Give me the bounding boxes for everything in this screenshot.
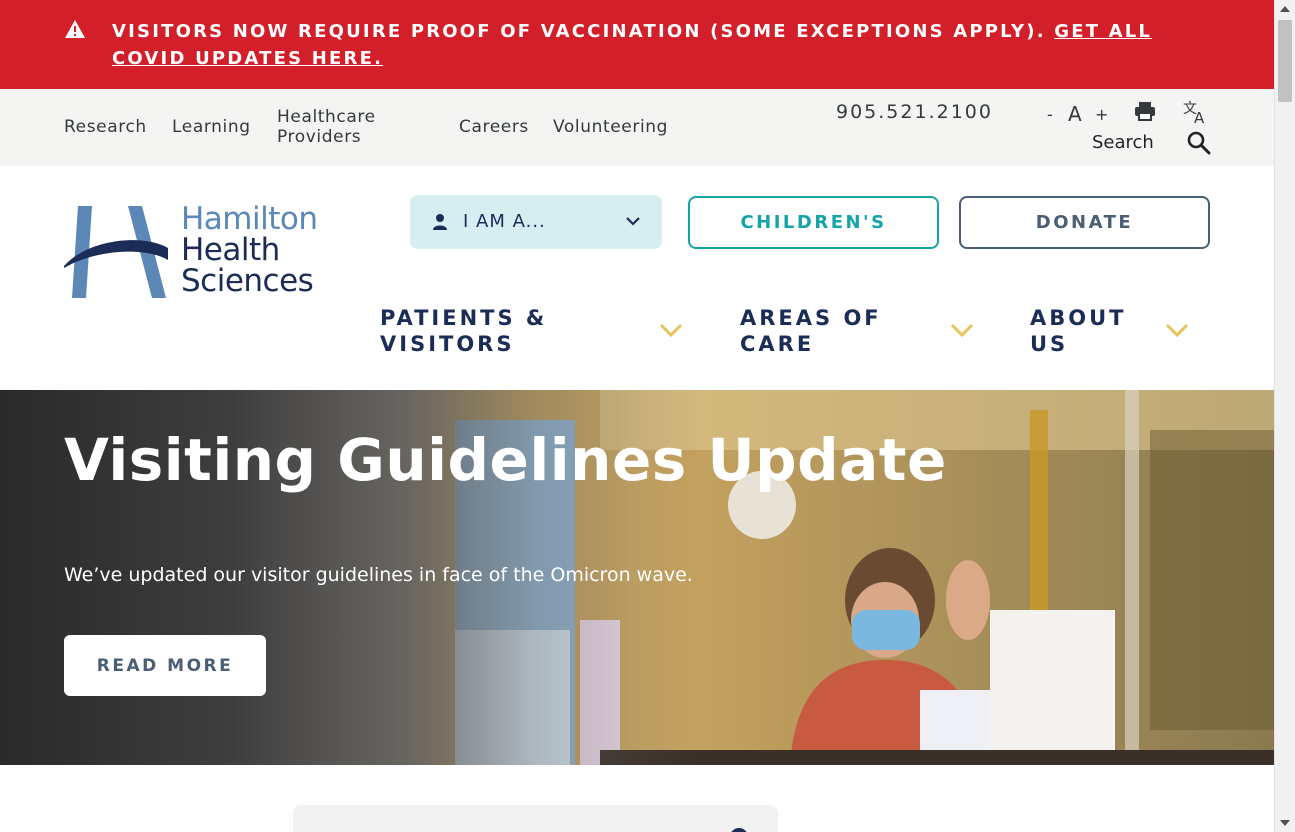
search-icon[interactable] [1187, 131, 1211, 155]
hero-subtitle: We’ve updated our visitor guidelines in … [64, 564, 693, 586]
donate-button[interactable]: DONATE [959, 196, 1210, 249]
nav-patients-visitors[interactable]: PATIENTS & VISITORS [380, 305, 570, 357]
search-card [293, 805, 778, 832]
font-decrease-button[interactable]: - [1047, 105, 1053, 124]
svg-text:A: A [1194, 109, 1205, 125]
utility-link-volunteering[interactable]: Volunteering [553, 117, 668, 137]
nav-areas-of-care[interactable]: AREAS OF CARE [740, 305, 900, 357]
i-am-a-dropdown[interactable]: I AM A... [410, 195, 662, 249]
logo-line-3: Sciences [181, 263, 314, 299]
logo-mark-icon [64, 206, 168, 298]
scroll-down-arrow-icon[interactable] [1280, 820, 1290, 826]
translate-icon[interactable]: 文 A [1182, 99, 1208, 125]
alert-message: VISITORS NOW REQUIRE PROOF OF VACCINATIO… [112, 21, 1046, 42]
logo-wordmark: Hamilton Health Sciences [181, 204, 318, 297]
scrollbar-thumb[interactable] [1278, 20, 1292, 102]
font-increase-button[interactable]: + [1095, 105, 1108, 124]
utility-link-research[interactable]: Research [64, 117, 147, 137]
font-size-label: A [1068, 102, 1082, 126]
utility-bar: Research Learning Healthcare Providers C… [0, 89, 1274, 166]
logo-line-2: Health [181, 232, 280, 268]
utility-link-careers[interactable]: Careers [459, 117, 529, 137]
nav-about-us[interactable]: ABOUT US [1030, 305, 1140, 357]
page: VISITORS NOW REQUIRE PROOF OF VACCINATIO… [0, 0, 1274, 832]
search-label[interactable]: Search [1092, 132, 1154, 153]
hero-title: Visiting Guidelines Update [64, 426, 947, 494]
phone-number[interactable]: 905.521.2100 [836, 101, 993, 123]
childrens-button[interactable]: CHILDREN'S [688, 196, 939, 249]
hhs-logo[interactable]: Hamilton Health Sciences [64, 204, 334, 300]
chevron-down-icon[interactable] [659, 322, 683, 338]
utility-link-learning[interactable]: Learning [172, 117, 251, 137]
scroll-up-arrow-icon[interactable] [1280, 6, 1290, 12]
person-icon [433, 214, 447, 230]
chevron-down-icon[interactable] [1165, 322, 1189, 338]
card-icon [730, 828, 748, 832]
vertical-scrollbar[interactable] [1274, 0, 1295, 832]
chevron-down-icon[interactable] [950, 322, 974, 338]
utility-link-healthcare-providers[interactable]: Healthcare Providers [277, 107, 427, 147]
site-header: Hamilton Health Sciences I AM A... CHILD… [0, 166, 1274, 390]
hero-banner: Visiting Guidelines Update We’ve updated… [0, 390, 1274, 765]
covid-alert-banner: VISITORS NOW REQUIRE PROOF OF VACCINATIO… [0, 0, 1274, 89]
printer-icon[interactable] [1134, 101, 1156, 121]
warning-icon [65, 20, 85, 38]
logo-line-1: Hamilton [181, 201, 318, 237]
i-am-a-label: I AM A... [463, 211, 546, 232]
read-more-button[interactable]: READ MORE [64, 635, 266, 696]
chevron-down-icon [626, 217, 640, 226]
alert-text: VISITORS NOW REQUIRE PROOF OF VACCINATIO… [112, 18, 1222, 72]
